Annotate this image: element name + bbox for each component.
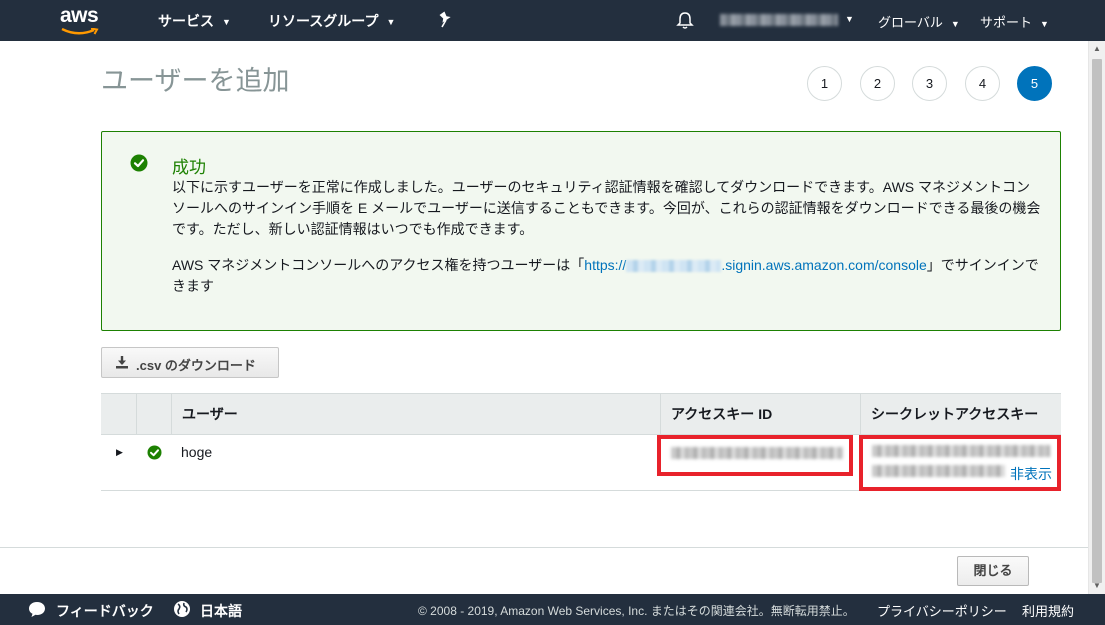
services-label: サービス xyxy=(158,13,214,29)
feedback-link[interactable]: フィードバック xyxy=(56,601,154,621)
download-csv-button[interactable]: .csv のダウンロード xyxy=(101,347,279,378)
scroll-up-icon[interactable]: ▲ xyxy=(1093,44,1101,53)
globe-icon xyxy=(174,601,190,617)
expand-row-icon[interactable]: ▶ xyxy=(116,447,123,458)
table-row: ▶ hoge 非表示 xyxy=(101,435,1061,491)
privacy-policy-link[interactable]: プライバシーポリシー xyxy=(877,601,1007,620)
page-title: ユーザーを追加 xyxy=(101,66,290,96)
language-selector[interactable]: 日本語 xyxy=(200,601,242,621)
user-name-cell: hoge xyxy=(181,444,213,460)
signin-url-start: https:// xyxy=(584,257,627,273)
support-menu[interactable]: サポート ▼ xyxy=(980,12,1049,31)
chevron-down-icon: ▼ xyxy=(950,18,960,29)
success-alert: 成功 以下に示すユーザーを正常に作成しました。ユーザーのセキュリティ認証情報を確… xyxy=(101,131,1061,331)
check-circle-icon xyxy=(130,154,148,172)
logo-text: aws xyxy=(60,4,99,27)
signin-prefix: AWS マネジメントコンソールへのアクセス権を持つユーザーは「 xyxy=(172,257,585,273)
table-header: ユーザー アクセスキー ID シークレットアクセスキー xyxy=(101,393,1061,435)
aws-logo[interactable]: aws xyxy=(58,4,104,36)
terms-link[interactable]: 利用規約 xyxy=(1022,601,1074,620)
wizard-step-1[interactable]: 1 xyxy=(807,66,842,101)
check-circle-icon xyxy=(147,445,162,460)
resource-groups-menu[interactable]: リソースグループ ▼ xyxy=(268,11,395,31)
signin-info: AWS マネジメントコンソールへのアクセス権を持つユーザーは「https://.… xyxy=(172,255,1042,297)
scroll-thumb[interactable] xyxy=(1092,59,1102,583)
support-label: サポート xyxy=(980,15,1033,30)
success-message: 以下に示すユーザーを正常に作成しました。ユーザーのセキュリティ認証情報を確認して… xyxy=(172,179,1041,237)
header-status-col xyxy=(136,394,171,435)
close-button[interactable]: 閉じる xyxy=(957,556,1029,586)
wizard-step-3[interactable]: 3 xyxy=(912,66,947,101)
scrollbar[interactable]: ▲ ▼ xyxy=(1088,41,1105,594)
account-id-redacted xyxy=(626,260,722,273)
header-user[interactable]: ユーザー xyxy=(171,394,661,435)
scroll-down-icon[interactable]: ▼ xyxy=(1093,581,1101,590)
chevron-down-icon: ▼ xyxy=(1040,18,1049,29)
top-nav: aws サービス ▼ リソースグループ ▼ ▼ グローバル ▼ サポート ▼ xyxy=(0,0,1105,41)
console-signin-link[interactable]: https:// .signin.aws.amazon.com/console xyxy=(584,257,926,273)
chevron-down-icon: ▼ xyxy=(222,17,231,28)
success-title: 成功 xyxy=(172,158,206,177)
download-csv-label: .csv のダウンロード xyxy=(136,358,256,373)
secret-key-highlight xyxy=(859,435,1061,491)
chevron-down-icon: ▼ xyxy=(386,17,396,28)
header-secret-access-key[interactable]: シークレットアクセスキー xyxy=(860,394,1061,435)
services-menu[interactable]: サービス ▼ xyxy=(158,11,231,31)
wizard-step-2[interactable]: 2 xyxy=(860,66,895,101)
divider xyxy=(0,547,1088,548)
header-access-key-id[interactable]: アクセスキー ID xyxy=(660,394,861,435)
download-icon xyxy=(116,356,128,369)
bell-icon[interactable] xyxy=(676,11,694,30)
region-label: グローバル xyxy=(878,15,943,30)
chevron-down-icon: ▼ xyxy=(845,14,854,24)
wizard-step-4[interactable]: 4 xyxy=(965,66,1000,101)
logo-smile-icon xyxy=(61,28,99,35)
wizard-step-5: 5 xyxy=(1017,66,1052,101)
region-menu[interactable]: グローバル ▼ xyxy=(878,12,960,31)
footer: フィードバック 日本語 © 2008 - 2019, Amazon Web Se… xyxy=(0,594,1105,625)
signin-url-end: .signin.aws.amazon.com/console xyxy=(721,257,927,273)
pin-icon[interactable] xyxy=(438,11,454,29)
copyright-text: © 2008 - 2019, Amazon Web Services, Inc.… xyxy=(418,604,855,618)
account-menu-redacted[interactable] xyxy=(720,14,838,26)
speech-bubble-icon xyxy=(29,602,45,617)
resource-groups-label: リソースグループ xyxy=(268,13,379,29)
access-key-highlight xyxy=(657,435,853,476)
